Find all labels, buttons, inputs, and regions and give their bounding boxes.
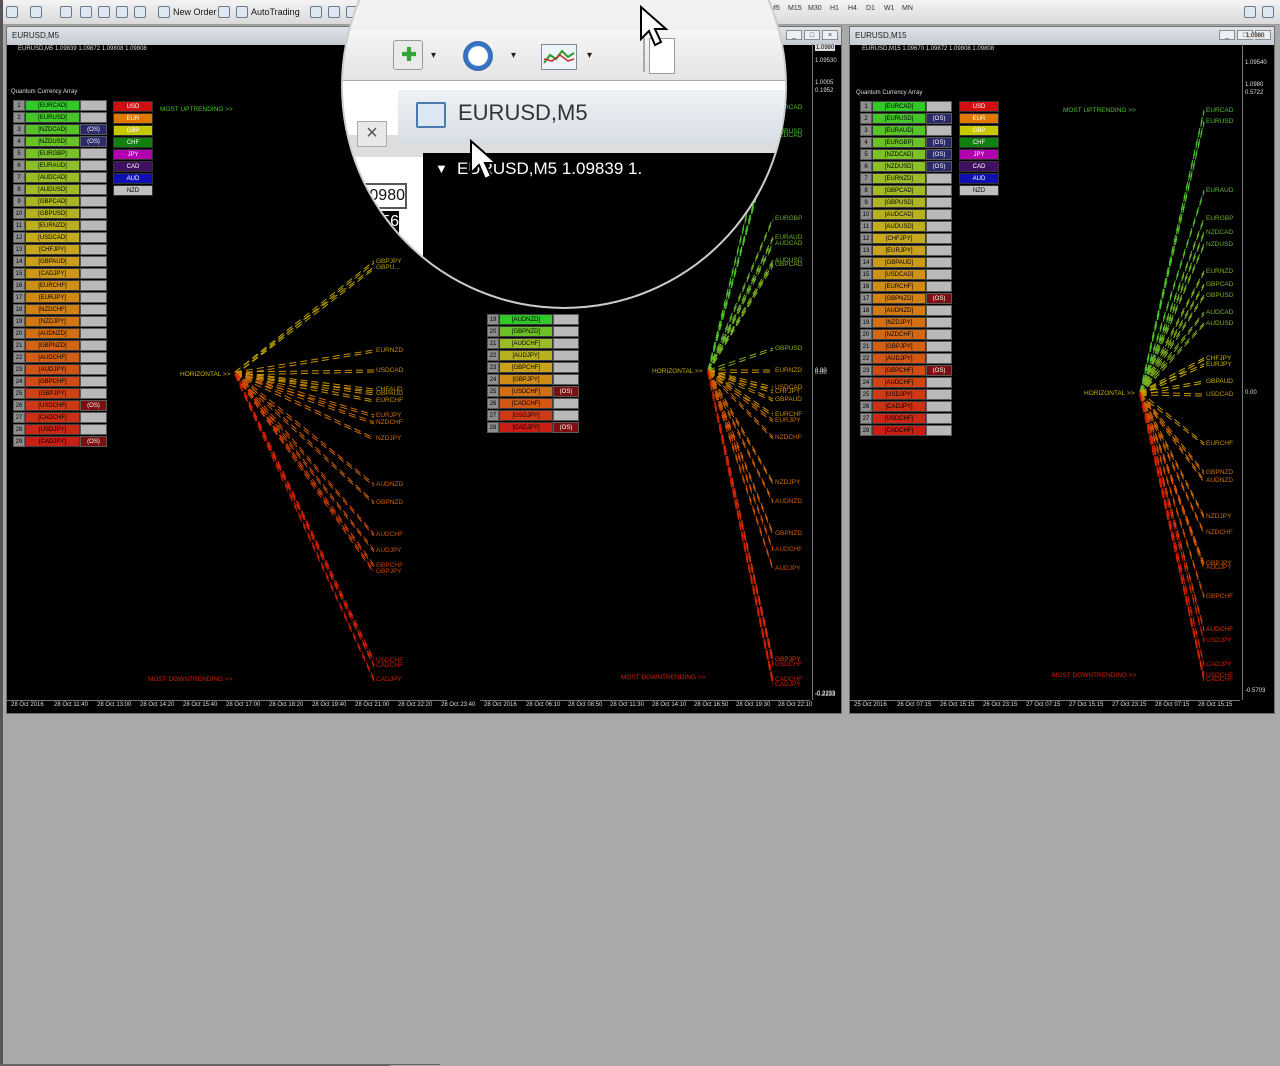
horizontal-label: HORIZONTAL >> [1084,390,1135,397]
zoom-toolbar: ▾ ▾ ▾ [343,30,785,81]
trend-line [1139,191,1205,396]
collapse-arrow-icon[interactable]: ▼ [435,161,448,176]
most-uptrending-label: MOST UPTRENDING >> [160,106,233,113]
mouse-cursor-icon [470,139,499,181]
trend-line [1139,243,1205,393]
price-box: 1.0980 [343,183,407,209]
fan-pair-label: EURCHF [1206,440,1234,447]
trend-line [1139,394,1205,599]
most-downtrending-label: MOST DOWNTRENDING >> [148,676,233,683]
price-box-dark: 0.056 [343,211,399,233]
trend-line [1139,394,1205,643]
fan-pair-label: NZDUSD [1206,241,1234,248]
trend-line [1139,391,1205,641]
trend-line [1139,283,1205,393]
fan-pair-label: EURCAD [1206,107,1234,114]
fan-pair-label: NZDCAD [1206,229,1234,236]
trend-line [1139,245,1205,396]
chevron-down-icon[interactable]: ▾ [587,50,592,61]
fan-pair-label: AUDCHF [1206,626,1234,633]
fan-pair-label: AUDJPY [1206,564,1232,571]
trend-line [1139,189,1205,393]
new-chart-icon[interactable] [393,40,423,70]
fan-pair-label: GBPUSD [1206,292,1234,299]
fan-pair-label: GBPCAD [1206,281,1234,288]
indicators-icon[interactable] [541,44,577,70]
zoom-tab-title: EURUSD,M5 [458,100,588,125]
horizontal-label: HORIZONTAL >> [652,368,703,375]
trend-line [1139,391,1205,568]
fan-pair-label: CADCHF [1206,676,1234,683]
fan-pair-label: CADJPY [1206,661,1232,668]
chart-window-icon [416,102,446,128]
clock-icon[interactable] [463,41,493,71]
trend-line [1139,391,1205,517]
most-downtrending-label: MOST DOWNTRENDING >> [621,674,706,681]
fan-pair-label: EURAUD [1206,187,1234,194]
fan-pair-label: GBPCHF [1206,593,1234,600]
trend-line [1139,391,1205,597]
horizontal-label: HORIZONTAL >> [180,371,231,378]
trend-line [1139,217,1205,393]
trend-line [1139,394,1205,397]
pane-divider [0,660,3,1064]
fan-pair-label: AUDCAD [1206,309,1234,316]
fan-pair-label: GBPAUD [1206,378,1233,385]
trend-line [1139,285,1205,396]
fan-pair-label: USDCAD [1206,391,1234,398]
zoom-window-tab[interactable]: EURUSD,M5 [398,90,785,145]
fan-pair-label: EURNZD [1206,268,1234,275]
fan-pair-label: EURGBP [1206,215,1234,222]
zoom-magnifier: ▾ ▾ ▾ × 1.0980 0.056 EURUSD,M5 ▼ EURUSD,… [343,0,785,307]
chevron-down-icon[interactable]: ▾ [431,50,436,61]
fan-pair-label: EURUSD [1206,118,1234,125]
fan-pair-label: AUDUSD [1206,320,1234,327]
fan-pair-label: NZDCHF [1206,529,1233,536]
trend-line [1139,391,1205,395]
chevron-down-icon[interactable]: ▾ [511,50,516,61]
trend-line [1139,394,1205,570]
fan-pair-label: USDJPY [1206,637,1232,644]
fan-pair-label: GBPNZD [1206,469,1234,476]
most-uptrending-label: MOST UPTRENDING >> [1063,107,1136,114]
fan-pair-label: AUDNZD [1206,477,1234,484]
mouse-cursor-icon [640,5,669,47]
most-downtrending-label: MOST DOWNTRENDING >> [1052,672,1137,679]
fan-pair-label: NZDJPY [1206,513,1232,520]
close-icon[interactable]: × [357,121,387,147]
fan-pair-label: EURJPY [1206,361,1232,368]
